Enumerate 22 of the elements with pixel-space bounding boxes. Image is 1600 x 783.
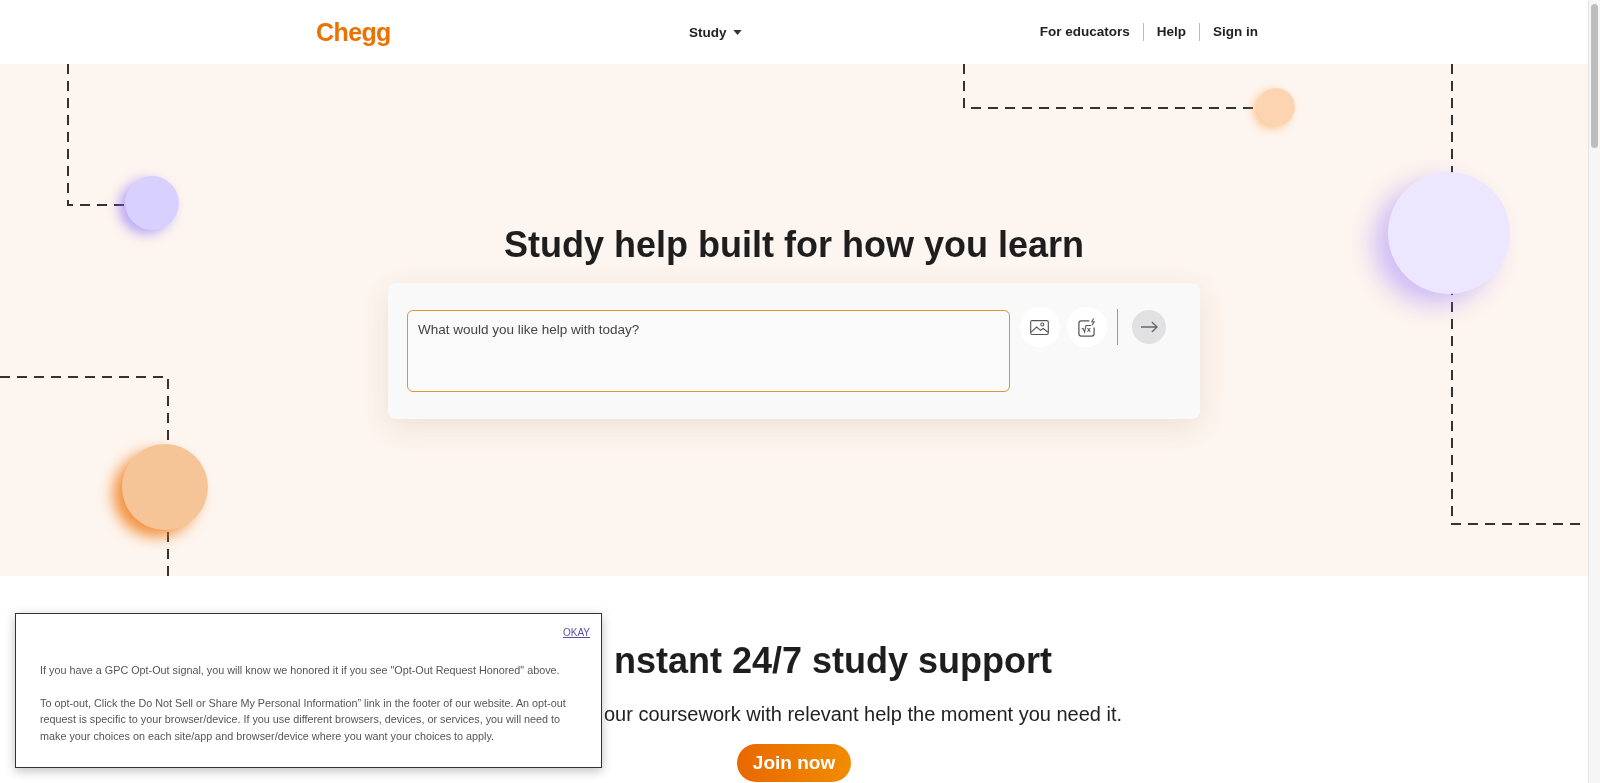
arrow-right-icon <box>1140 321 1158 333</box>
okay-link[interactable]: OKAY <box>562 626 590 640</box>
notice-text: If you have a GPC Opt-Out signal, you will know we honored it if you see "Opt-Out Request Honored" above. <box>40 663 561 678</box>
section-title: nstant 24/7 study support <box>614 639 1053 683</box>
section-subtitle: our coursework with relevant help the moment you need it. <box>604 702 1123 727</box>
square-root-icon <box>1077 317 1096 337</box>
circle-decoration <box>125 176 179 230</box>
caret-icon <box>732 29 742 35</box>
nav-link[interactable]: For educators <box>1039 23 1130 41</box>
image-upload-button[interactable] <box>1019 307 1060 347</box>
circle-decoration <box>1257 88 1295 126</box>
question-input[interactable]: What would you like help with today? <box>407 310 1010 392</box>
study-menu[interactable]: Study <box>689 22 742 42</box>
nav-link[interactable]: Sign in <box>1213 23 1258 41</box>
nav-link[interactable]: Help <box>1156 23 1186 41</box>
submit-button[interactable] <box>1132 310 1166 344</box>
math-button[interactable] <box>1066 307 1107 347</box>
image-icon <box>1030 319 1049 335</box>
hero-title: Study help built for how you learn <box>504 223 1084 267</box>
scrollbar[interactable] <box>1588 0 1600 783</box>
scrollbar-thumb[interactable] <box>1591 4 1598 148</box>
notice-text: To opt-out, Click the Do Not Sell or Share My Personal Information” link in the footer of our website. An opt-out request is specific to your browser/device. If you use different browsers, devices, or services, you will need to make your choices on each site/app and browser/device where you want your choices to apply. <box>40 695 567 744</box>
